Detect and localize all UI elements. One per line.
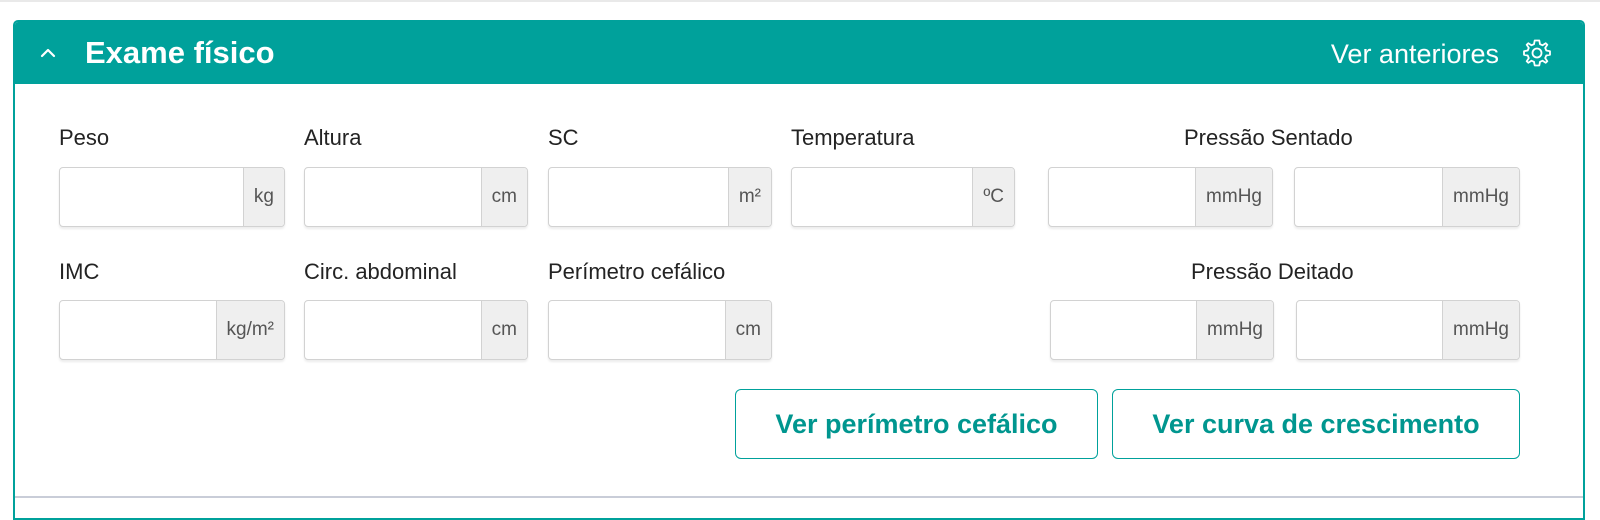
ver-anteriores-link[interactable]: Ver anteriores [1331,38,1499,70]
peso-field: kg [59,167,285,227]
circ-abdominal-field: cm [304,300,528,360]
pressao-deitado-diastolica-unit: mmHg [1442,301,1519,359]
chevron-up-icon[interactable] [35,40,61,66]
pressao-sentado-sistolica-field: mmHg [1048,167,1273,227]
pressao-sentado-sistolica-unit: mmHg [1195,168,1272,226]
exame-fisico-panel: Exame físico Ver anteriores Peso Altura … [13,20,1585,520]
peso-input[interactable] [60,168,243,226]
imc-field: kg/m² [59,300,285,360]
altura-label: Altura [304,125,362,150]
altura-unit: cm [480,168,527,226]
peso-unit: kg [242,168,284,226]
circ-abdominal-unit: cm [480,301,527,359]
pressao-deitado-diastolica-field: mmHg [1296,300,1520,360]
peso-label: Peso [59,125,110,150]
pressao-sentado-diastolica-unit: mmHg [1442,168,1519,226]
ver-curva-crescimento-button[interactable]: Ver curva de crescimento [1112,389,1520,459]
pressao-deitado-label: Pressão Deitado [1191,259,1354,284]
pressao-deitado-diastolica-input[interactable] [1297,301,1443,359]
circ-abdominal-input[interactable] [305,301,481,359]
pressao-deitado-sistolica-field: mmHg [1050,300,1274,360]
altura-field: cm [304,167,528,227]
perimetro-cefalico-label: Perímetro cefálico [548,259,726,284]
top-divider [0,0,1600,2]
pressao-deitado-sistolica-input[interactable] [1051,301,1197,359]
imc-unit: kg/m² [215,301,284,359]
pressao-sentado-sistolica-input[interactable] [1049,168,1196,226]
temperatura-input[interactable] [792,168,973,226]
pressao-deitado-sistolica-unit: mmHg [1196,301,1273,359]
temperatura-label: Temperatura [791,125,915,150]
sc-label: SC [548,125,579,150]
ver-perimetro-cefalico-button[interactable]: Ver perímetro cefálico [735,389,1098,459]
panel-header: Exame físico Ver anteriores [15,22,1583,84]
temperatura-field: ºC [791,167,1015,227]
imc-label: IMC [59,259,100,284]
perimetro-cefalico-input[interactable] [549,301,725,359]
temperatura-unit: ºC [972,168,1014,226]
perimetro-cefalico-unit: cm [724,301,771,359]
pressao-sentado-diastolica-field: mmHg [1294,167,1520,227]
section-title: Exame físico [85,35,275,70]
circ-abdominal-label: Circ. abdominal [304,259,457,284]
altura-input[interactable] [305,168,481,226]
pressao-sentado-diastolica-input[interactable] [1295,168,1443,226]
sc-unit: m² [727,168,771,226]
imc-input[interactable] [60,301,216,359]
perimetro-cefalico-field: cm [548,300,772,360]
section-divider [15,496,1583,498]
pressao-sentado-label: Pressão Sentado [1184,125,1353,150]
gear-icon[interactable] [1521,37,1553,69]
sc-input[interactable] [549,168,728,226]
sc-field: m² [548,167,772,227]
